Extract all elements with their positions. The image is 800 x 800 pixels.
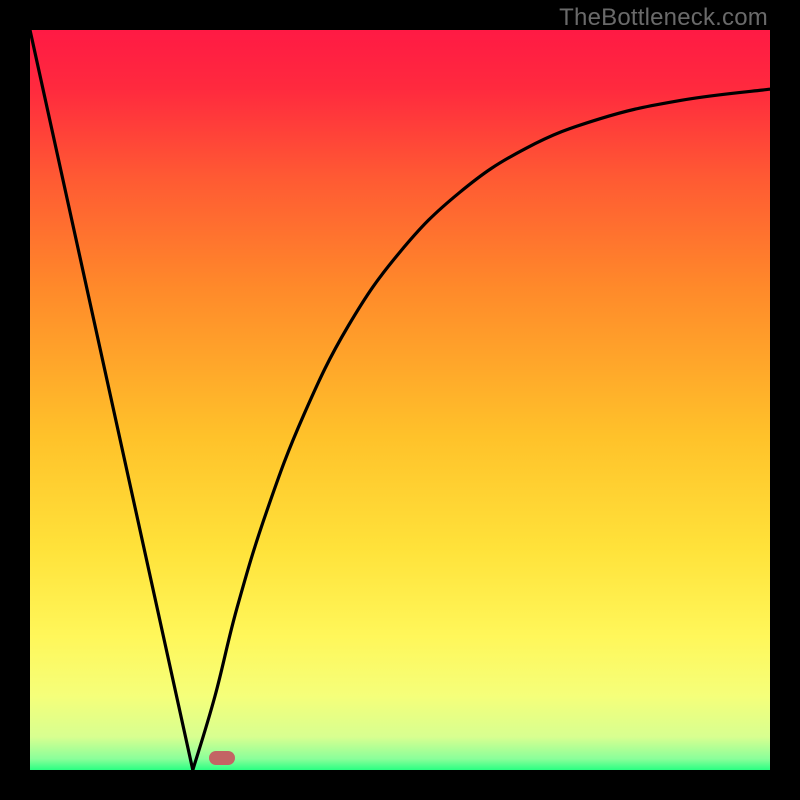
plot-frame bbox=[30, 30, 770, 770]
watermark-text: TheBottleneck.com bbox=[559, 4, 768, 32]
optimum-marker bbox=[209, 751, 235, 765]
gradient-background bbox=[30, 30, 770, 770]
bottleneck-chart bbox=[30, 30, 770, 770]
